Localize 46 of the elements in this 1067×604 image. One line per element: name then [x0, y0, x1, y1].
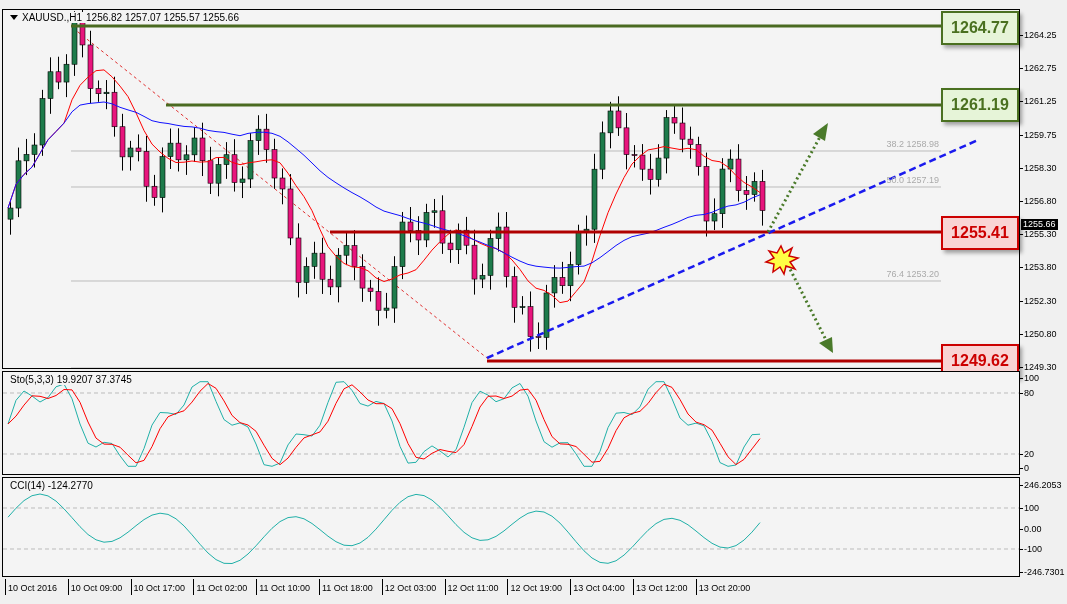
time-axis-label: 11 Oct 10:00 [256, 579, 319, 595]
time-axis-label: 10 Oct 09:00 [67, 579, 131, 595]
axis-label: 0 [1024, 463, 1029, 474]
axis-label: 1253.80 [1024, 262, 1057, 274]
axis-label: 1258.30 [1024, 162, 1057, 174]
axis-label: 100 [1024, 373, 1040, 384]
axis-label: -246.7301 [1024, 567, 1065, 578]
axis-label: 100 [1024, 503, 1040, 514]
axis-label: -100 [1024, 544, 1042, 555]
axis-label: 1262.75 [1024, 63, 1057, 75]
time-axis-label: 13 Oct 12:00 [632, 579, 696, 595]
quote-values: 1256.82 1257.07 1255.57 1255.66 [86, 12, 239, 23]
axis-label: 80 [1024, 388, 1034, 399]
fibonacci-label: 38.2 1258.98 [886, 139, 939, 149]
price-level-label: 1261.19 [941, 88, 1019, 122]
time-axis-label: 12 Oct 03:00 [381, 579, 445, 595]
axis-label: 20 [1024, 449, 1034, 460]
indicator-title: Sto(5,3,3) 19.9207 37.3745 [10, 374, 132, 385]
axis-label: 1259.75 [1024, 129, 1057, 141]
time-axis-label: 13 Oct 20:00 [695, 579, 759, 595]
time-axis-label: 10 Oct 2016 [5, 579, 68, 595]
axis-label: 1250.80 [1024, 328, 1057, 340]
explosion-icon [763, 244, 801, 276]
price-level-label: 1264.77 [941, 11, 1019, 45]
axis-label: 1256.80 [1024, 196, 1057, 207]
axis-label: 1255.30 [1024, 229, 1057, 241]
arrow-up-right-icon [766, 123, 828, 233]
symbol-label: XAUUSD.,H1 [22, 12, 82, 23]
time-axis-label: 13 Oct 04:00 [570, 579, 633, 595]
price-level-label: 1255.41 [941, 216, 1019, 250]
time-axis-label: 11 Oct 18:00 [319, 579, 382, 595]
time-axis-label: 12 Oct 11:00 [444, 579, 508, 595]
axis-label: 1249.30 [1024, 362, 1057, 373]
time-axis-label: 10 Oct 17:00 [130, 579, 194, 595]
axis-label: 1264.25 [1024, 30, 1057, 41]
fibonacci-label: 50.0 1257.19 [886, 175, 939, 185]
current-price-tag: 1255.66 [1021, 219, 1058, 230]
caret-down-icon[interactable] [10, 15, 18, 20]
fibonacci-label: 76.4 1253.20 [886, 269, 939, 279]
axis-label: 1252.30 [1024, 295, 1057, 307]
axis-label: 0.00 [1024, 524, 1042, 535]
time-axis-label: 12 Oct 19:00 [507, 579, 571, 595]
indicator-title: CCI(14) -124.2770 [10, 480, 93, 491]
axis-label: 1261.25 [1024, 96, 1057, 108]
axis-label: 246.2053 [1024, 480, 1062, 491]
time-axis-label: 11 Oct 02:00 [193, 579, 257, 595]
